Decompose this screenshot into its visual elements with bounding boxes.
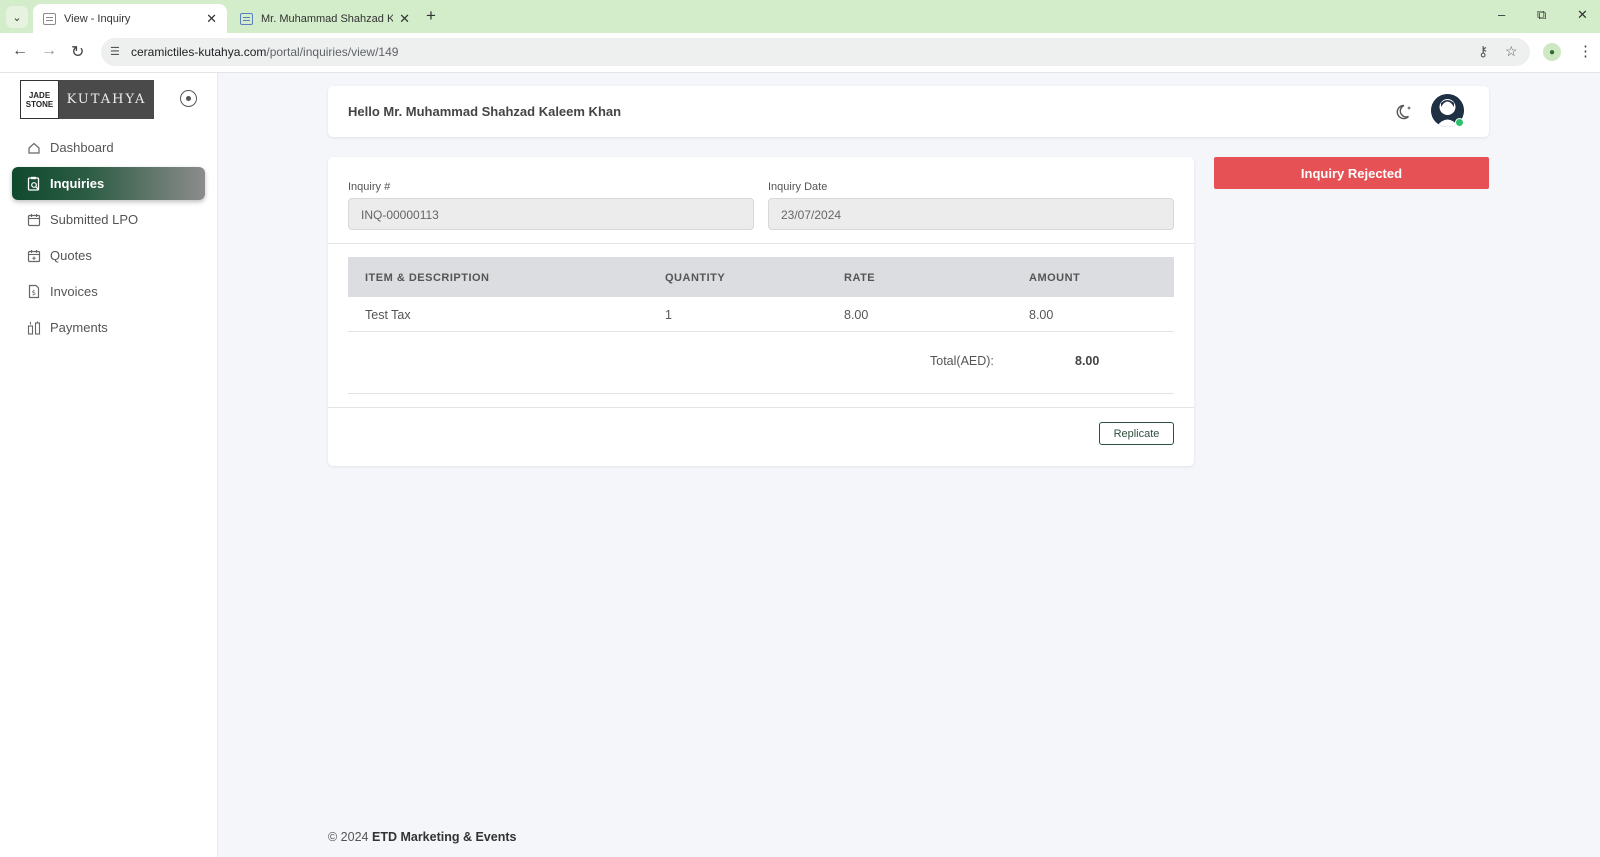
profile-icon[interactable]: ●	[1543, 43, 1561, 61]
logo-text: STONE	[25, 99, 54, 109]
close-icon[interactable]: ✕	[399, 11, 410, 27]
inquiry-number-field: INQ-00000113	[348, 198, 754, 230]
tab-view-inquiry[interactable]: View - Inquiry ✕	[33, 4, 227, 33]
cell-quantity: 1	[665, 308, 672, 322]
total-label: Total(AED):	[930, 354, 994, 368]
sidebar-item-label: Dashboard	[50, 140, 114, 155]
address-bar: ← → ↻ ☰ ceramictiles-kutahya.com/portal/…	[0, 33, 1600, 73]
restore-icon[interactable]: ⧉	[1537, 7, 1546, 23]
cell-item: Test Tax	[365, 308, 411, 322]
back-arrow-icon[interactable]: ←	[12, 42, 28, 60]
key-icon[interactable]: ⚷	[1478, 43, 1488, 60]
calendar-plus-icon	[26, 248, 42, 264]
file-dollar-icon: $	[26, 284, 42, 300]
column-header-quantity: QUANTITY	[665, 272, 726, 284]
sidebar-item-inquiries[interactable]: Inquiries	[12, 167, 205, 200]
payments-icon	[26, 320, 42, 336]
column-header-amount: AMOUNT	[1029, 272, 1081, 284]
jade-stone-logo: JADE STONE	[20, 80, 59, 119]
url-text: ceramictiles-kutahya.com/portal/inquirie…	[131, 45, 398, 59]
inquiry-number-label: Inquiry #	[348, 181, 391, 193]
footer: © 2024 ETD Marketing & Events	[328, 830, 516, 844]
forward-arrow-icon[interactable]: →	[41, 42, 57, 60]
home-icon	[26, 140, 42, 156]
new-tab-plus-icon[interactable]: +	[426, 6, 436, 26]
clipboard-search-icon	[26, 176, 42, 192]
online-status-dot	[1455, 118, 1464, 127]
cell-amount: 8.00	[1029, 308, 1054, 322]
url-host: ceramictiles-kutahya.com	[131, 45, 267, 59]
sidebar-item-label: Inquiries	[50, 176, 105, 191]
url-path: /portal/inquiries/view/149	[266, 45, 399, 59]
window-close-icon[interactable]: ✕	[1577, 7, 1588, 23]
items-table-header: ITEM & DESCRIPTION QUANTITY RATE AMOUNT	[348, 257, 1174, 297]
copyright-text: © 2024	[328, 830, 369, 844]
sidebar-item-dashboard[interactable]: Dashboard	[12, 131, 205, 164]
inquiry-detail-card: Inquiry # INQ-00000113 Inquiry Date 23/0…	[328, 157, 1194, 466]
svg-text:$: $	[32, 289, 36, 297]
header-card: Hello Mr. Muhammad Shahzad Kaleem Khan	[328, 86, 1489, 137]
divider	[328, 407, 1194, 408]
divider	[328, 243, 1194, 244]
logo-text: JADE	[28, 90, 51, 100]
row-divider	[348, 331, 1174, 332]
sidebar: JADE STONE KUTAHYA Dashboard Inquiries S…	[0, 73, 218, 857]
site-settings-icon[interactable]: ☰	[110, 45, 124, 59]
sidebar-item-quotes[interactable]: Quotes	[12, 239, 205, 272]
calendar-icon	[26, 212, 42, 228]
sidebar-item-invoices[interactable]: $ Invoices	[12, 275, 205, 308]
tab-profile[interactable]: Mr. Muhammad Shahzad Kaleem Khan ✕	[230, 4, 420, 33]
sidebar-item-label: Quotes	[50, 248, 92, 263]
tab-search-button[interactable]: ⌄	[6, 6, 28, 28]
inquiry-date-label: Inquiry Date	[768, 181, 828, 193]
sidebar-item-payments[interactable]: Payments	[12, 311, 205, 344]
kutahya-logo: KUTAHYA	[59, 80, 154, 119]
sidebar-item-label: Payments	[50, 320, 108, 335]
tab-title: Mr. Muhammad Shahzad Kaleem Khan	[261, 12, 394, 25]
url-input[interactable]: ☰ ceramictiles-kutahya.com/portal/inquir…	[101, 38, 1530, 66]
more-menu-icon[interactable]: ⋮	[1578, 42, 1593, 60]
divider	[348, 393, 1174, 394]
sidebar-item-label: Submitted LPO	[50, 212, 139, 227]
page-icon	[240, 12, 253, 25]
close-icon[interactable]: ✕	[206, 11, 217, 27]
sidebar-item-submitted-lpo[interactable]: Submitted LPO	[12, 203, 205, 236]
column-header-item: ITEM & DESCRIPTION	[365, 272, 490, 284]
tab-title: View - Inquiry	[64, 12, 131, 25]
company-name: ETD Marketing & Events	[371, 830, 517, 844]
chevron-down-icon: ⌄	[12, 11, 22, 24]
greeting-text: Hello Mr. Muhammad Shahzad Kaleem Khan	[348, 104, 622, 119]
reload-icon[interactable]: ↻	[71, 42, 84, 62]
inquiry-date-field: 23/07/2024	[768, 198, 1174, 230]
star-icon[interactable]: ☆	[1505, 43, 1518, 60]
total-value: 8.00	[1075, 354, 1100, 368]
column-header-rate: RATE	[844, 272, 876, 284]
sidebar-item-label: Invoices	[50, 284, 98, 299]
status-badge: Inquiry Rejected	[1214, 157, 1489, 189]
minimize-icon[interactable]: –	[1498, 7, 1505, 22]
cell-rate: 8.00	[844, 308, 869, 322]
sidebar-toggle-icon[interactable]	[180, 90, 197, 107]
replicate-button[interactable]: Replicate	[1099, 422, 1174, 445]
browser-tab-bar: ⌄ View - Inquiry ✕ Mr. Muhammad Shahzad …	[0, 0, 1600, 33]
moon-icon[interactable]	[1395, 102, 1415, 122]
page-icon	[43, 12, 56, 25]
logo[interactable]: JADE STONE KUTAHYA	[20, 80, 154, 119]
